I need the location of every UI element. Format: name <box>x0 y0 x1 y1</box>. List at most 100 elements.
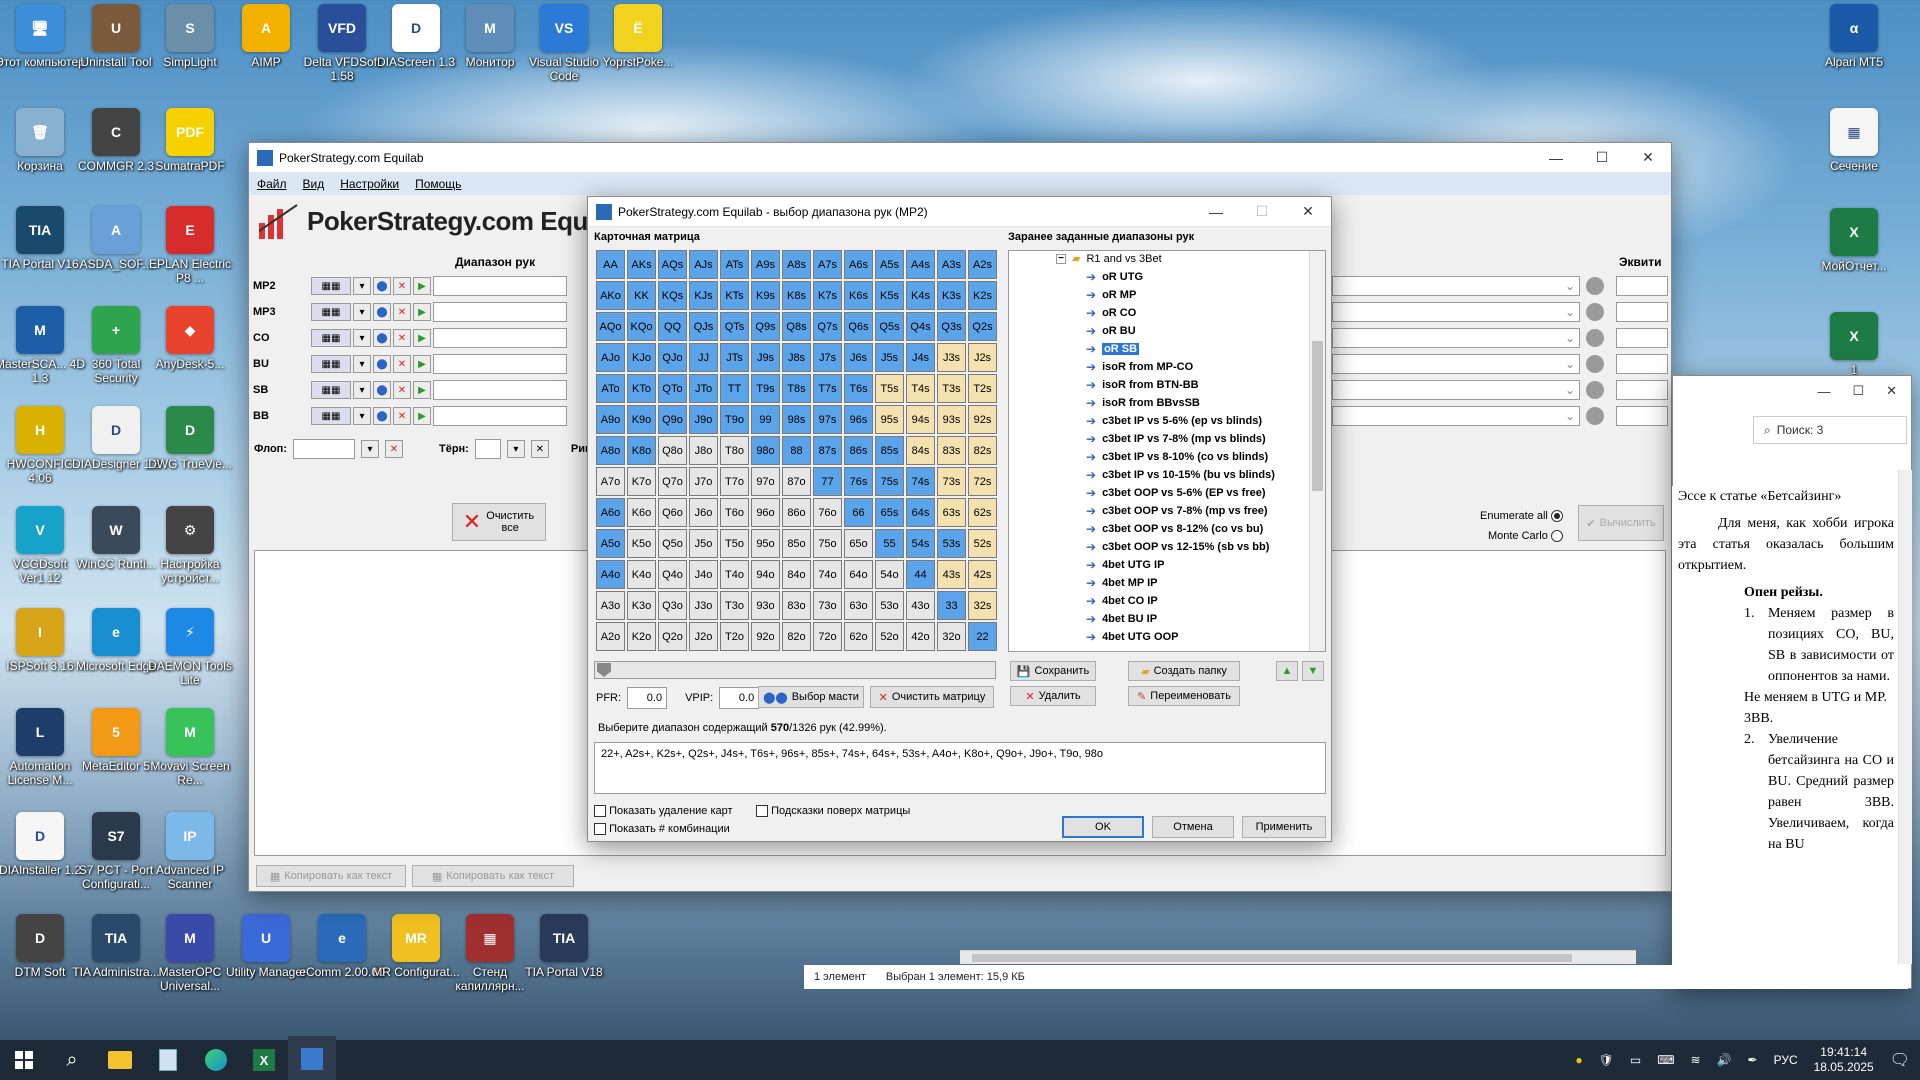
hand-cell[interactable]: 33 <box>937 591 966 620</box>
hand-cell[interactable]: Q8s <box>782 312 811 341</box>
copy-text-button-1[interactable]: ▦ Копировать как текст <box>256 865 406 887</box>
minimize-button[interactable]: — <box>1533 143 1579 173</box>
hand-cell[interactable]: J9s <box>751 343 780 372</box>
hand-cell[interactable]: T4o <box>720 560 749 589</box>
hand-cell[interactable]: K6o <box>627 498 656 527</box>
tree-folder[interactable]: − ▰ R1 and vs 3Bet <box>1056 252 1162 265</box>
hand-cell[interactable]: 42o <box>906 622 935 651</box>
hand-cell[interactable]: T7o <box>720 467 749 496</box>
maximize-button[interactable]: ☐ <box>1852 383 1864 399</box>
hand-cell[interactable]: J6s <box>844 343 873 372</box>
card-picker-icon[interactable]: ▾ <box>353 303 371 321</box>
hand-cell[interactable]: Q9o <box>658 405 687 434</box>
desktop-icon[interactable]: D DWG TrueVie... <box>144 406 236 471</box>
tree-item[interactable]: ➔ c3bet OOP vs 7-8% (mp vs free) <box>1086 504 1268 518</box>
hand-cell[interactable]: K6s <box>844 281 873 310</box>
hand-cell[interactable]: 98o <box>751 436 780 465</box>
tree-item[interactable]: ➔ c3bet IP vs 5-6% (ep vs blinds) <box>1086 414 1262 428</box>
language-indicator[interactable]: РУС <box>1774 1053 1798 1067</box>
desktop-icon[interactable]: E EPLAN Electric P8 ... <box>144 206 236 285</box>
maximize-button[interactable]: ☐ <box>1579 143 1625 173</box>
card-picker-icon[interactable]: ▾ <box>353 277 371 295</box>
slider-thumb[interactable] <box>597 663 611 677</box>
matrix-button-icon[interactable]: ▦▦ <box>311 277 351 295</box>
show-card-removal-option[interactable]: Показать удаление карт <box>594 802 733 820</box>
hand-cell[interactable]: K2o <box>627 622 656 651</box>
dead-cards-icon[interactable] <box>1586 329 1604 347</box>
clear-icon[interactable]: ✕ <box>393 303 411 321</box>
keyboard-icon[interactable]: ⌨ <box>1657 1053 1674 1067</box>
hand-cell[interactable]: K5o <box>627 529 656 558</box>
flop-picker-icon[interactable]: ▾ <box>360 440 379 458</box>
flop-clear-icon[interactable]: ✕ <box>384 440 403 458</box>
matrix-button-icon[interactable]: ▦▦ <box>311 355 351 373</box>
card-picker-icon[interactable]: ▾ <box>353 329 371 347</box>
hands-icon[interactable]: ⬤ <box>373 407 391 425</box>
hand-cell[interactable]: A2s <box>968 250 997 279</box>
hand-cell[interactable]: 86s <box>844 436 873 465</box>
tree-item[interactable]: ➔ oR MP <box>1086 288 1136 302</box>
hand-cell[interactable]: 32s <box>968 591 997 620</box>
notification-icon[interactable]: 🗨 <box>1890 1050 1910 1070</box>
card-picker-icon[interactable]: ▾ <box>353 381 371 399</box>
range-input[interactable] <box>433 328 567 348</box>
desktop-icon[interactable]: X МойОтчет... <box>1808 208 1900 273</box>
hand-cell[interactable]: TT <box>720 374 749 403</box>
hand-cell[interactable]: J4o <box>689 560 718 589</box>
tree-item[interactable]: ➔ 4bet UTG OOP <box>1086 630 1178 644</box>
hand-cell[interactable]: T7s <box>813 374 842 403</box>
hand-cell[interactable]: Q7s <box>813 312 842 341</box>
hand-cell[interactable]: 32o <box>937 622 966 651</box>
hands-icon[interactable]: ⬤ <box>373 277 391 295</box>
hand-cell[interactable]: 94o <box>751 560 780 589</box>
hand-cell[interactable]: AQs <box>658 250 687 279</box>
delete-button[interactable]: ✕ Удалить <box>1010 686 1096 706</box>
hand-cell[interactable]: J5s <box>875 343 904 372</box>
hand-cell[interactable]: 64s <box>906 498 935 527</box>
range-input[interactable] <box>433 380 567 400</box>
clear-icon[interactable]: ✕ <box>393 407 411 425</box>
hand-cell[interactable]: A7s <box>813 250 842 279</box>
calculate-button[interactable]: ✔ Вычислить <box>1578 505 1664 541</box>
hand-cell[interactable]: 64o <box>844 560 873 589</box>
menu-settings[interactable]: Настройки <box>340 177 399 191</box>
tree-item[interactable]: ➔ 4bet CO IP <box>1086 594 1158 608</box>
clear-all-button[interactable]: ✕ Очистить все <box>452 503 546 541</box>
tree-vscroll[interactable] <box>1309 251 1325 651</box>
hand-cell[interactable]: 73o <box>813 591 842 620</box>
desktop-icon[interactable]: M Movavi Screen Re... <box>144 708 236 787</box>
hand-cell[interactable]: 84s <box>906 436 935 465</box>
hand-cell[interactable]: T2s <box>968 374 997 403</box>
cancel-button[interactable]: Отмена <box>1152 816 1234 838</box>
hand-cell[interactable]: Q5s <box>875 312 904 341</box>
defender-icon[interactable]: 🛡 <box>1599 1053 1614 1067</box>
hand-cell[interactable]: K7o <box>627 467 656 496</box>
hand-cell[interactable]: K7s <box>813 281 842 310</box>
hand-cell[interactable]: 43s <box>937 560 966 589</box>
hand-cell[interactable]: 55 <box>875 529 904 558</box>
hand-cell[interactable]: 52s <box>968 529 997 558</box>
hand-cell[interactable]: 63s <box>937 498 966 527</box>
arrow-right-icon[interactable]: ▶ <box>413 329 431 347</box>
hand-cell[interactable]: 53o <box>875 591 904 620</box>
hand-cell[interactable]: T5o <box>720 529 749 558</box>
hand-cell[interactable]: J5o <box>689 529 718 558</box>
hands-icon[interactable]: ⬤ <box>373 329 391 347</box>
matrix-button-icon[interactable]: ▦▦ <box>311 381 351 399</box>
hand-cell[interactable]: ATo <box>596 374 625 403</box>
dead-cards-icon[interactable] <box>1586 303 1604 321</box>
tree-item[interactable]: ➔ oR CO <box>1086 306 1136 320</box>
hand-cell[interactable]: AJo <box>596 343 625 372</box>
hand-cell[interactable]: 53s <box>937 529 966 558</box>
hand-cell[interactable]: Q2o <box>658 622 687 651</box>
hand-cell[interactable]: A3o <box>596 591 625 620</box>
hand-cell[interactable]: KJs <box>689 281 718 310</box>
tree-item[interactable]: ➔ c3bet IP vs 8-10% (co vs blinds) <box>1086 450 1268 464</box>
desktop-icon[interactable]: ⚡ DAEMON Tools Lite <box>144 608 236 687</box>
hand-cell[interactable]: 54o <box>875 560 904 589</box>
minimize-button[interactable]: — <box>1193 197 1239 227</box>
clear-icon[interactable]: ✕ <box>393 381 411 399</box>
hand-cell[interactable]: 76o <box>813 498 842 527</box>
hand-cell[interactable]: T5s <box>875 374 904 403</box>
tree-item[interactable]: ➔ oR BU <box>1086 324 1136 338</box>
